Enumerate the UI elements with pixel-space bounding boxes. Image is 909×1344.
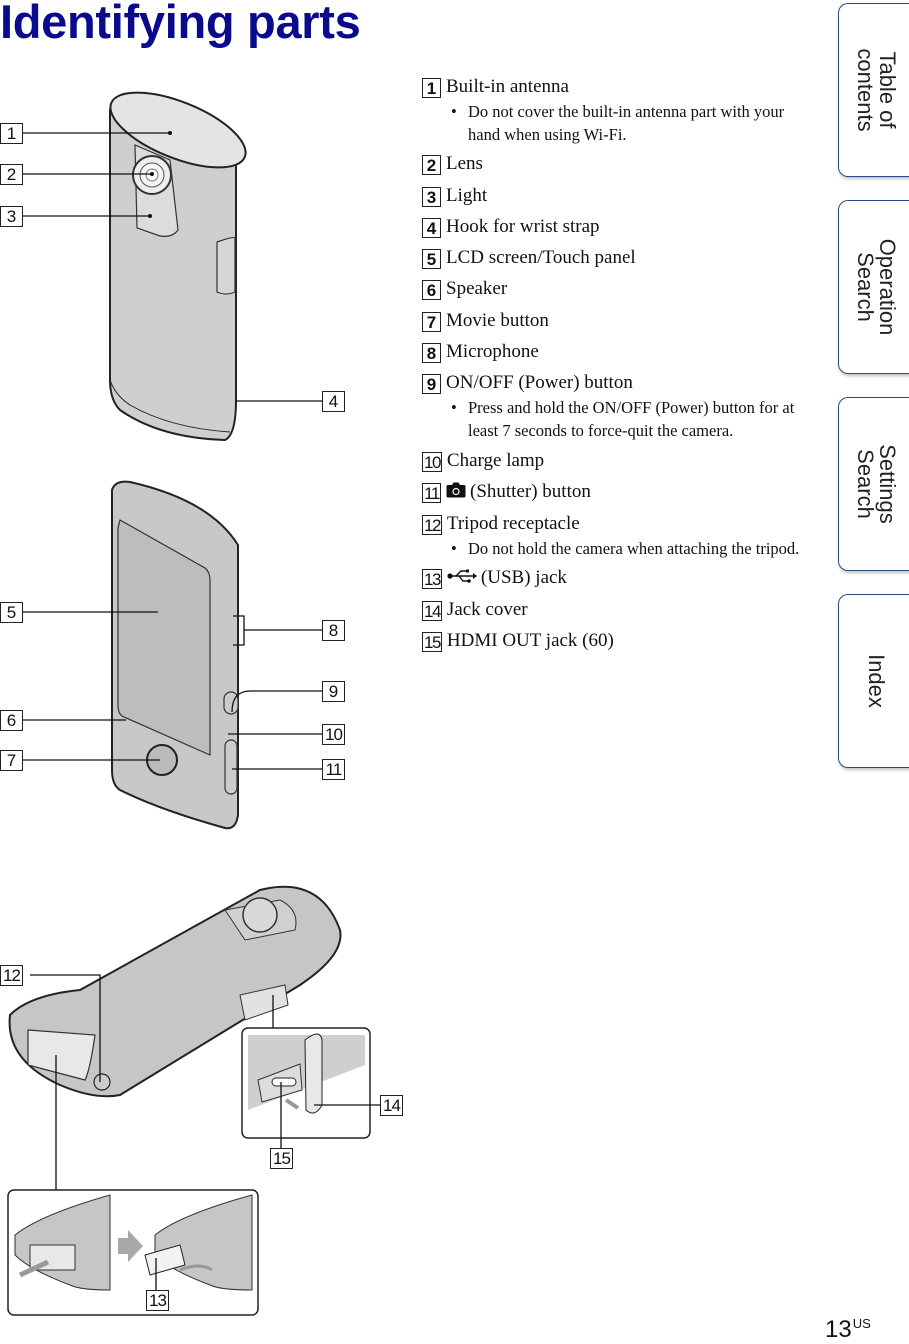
part-label: Movie button — [446, 309, 549, 331]
part-item: 15 HDMI OUT jack (60) — [422, 630, 812, 653]
part-number: 2 — [422, 155, 441, 176]
part-label: Tripod receptacle — [446, 512, 580, 534]
callout-14: 14 — [380, 1095, 403, 1116]
part-number: 4 — [422, 217, 441, 238]
page-number: 13US — [825, 1316, 871, 1344]
part-item: 4 Hook for wrist strap — [422, 216, 812, 238]
tab-operation-search[interactable]: Operation Search — [838, 200, 909, 374]
part-label: Charge lamp — [446, 449, 545, 471]
usb-icon — [447, 568, 477, 590]
part-number: 11 — [422, 482, 441, 503]
part-item: 1Built-in antenna Do not cover the built… — [422, 76, 812, 146]
part-label: LCD screen/Touch panel — [446, 247, 636, 269]
camera-bottom-view — [7, 885, 380, 1316]
part-item: 10 Charge lamp — [422, 450, 812, 472]
part-number: 15 — [422, 632, 442, 653]
part-number: 9 — [422, 374, 441, 395]
parts-list: 1Built-in antenna Do not cover the built… — [422, 76, 812, 662]
part-number: 3 — [422, 186, 441, 207]
part-number: 14 — [422, 601, 442, 622]
callout-2: 2 — [0, 164, 23, 185]
part-item: 14 Jack cover — [422, 599, 812, 622]
page-number-suffix: US — [852, 1316, 871, 1331]
part-label: ON/OFF (Power) button — [446, 372, 633, 394]
part-label: Light — [446, 184, 488, 206]
callout-3: 3 — [0, 206, 23, 227]
part-label: HDMI OUT jack (60) — [446, 630, 614, 652]
callout-13: 13 — [146, 1290, 169, 1311]
callout-12: 12 — [0, 965, 23, 986]
callout-11: 11 — [322, 759, 345, 780]
callout-4: 4 — [322, 391, 345, 412]
camera-back-view — [20, 91, 322, 442]
part-number: 8 — [422, 343, 441, 364]
part-label: Speaker — [446, 278, 508, 300]
camera-icon — [446, 482, 466, 504]
part-number: 7 — [422, 311, 441, 332]
part-note: Do not hold the camera when attaching th… — [422, 537, 812, 560]
page-number-value: 13 — [825, 1316, 852, 1343]
tab-table-of-contents[interactable]: Table of contents — [838, 3, 909, 177]
callout-6: 6 — [0, 710, 23, 731]
part-number: 10 — [422, 451, 442, 472]
part-item: 2 Lens — [422, 153, 812, 176]
camera-illustrations — [7, 91, 380, 1316]
part-label: Built-in antenna — [446, 76, 569, 97]
tab-label: Index — [864, 654, 889, 708]
part-item: 6 Speaker — [422, 278, 812, 301]
tab-label: Operation Search — [853, 238, 900, 336]
part-number: 13 — [422, 569, 442, 590]
part-label: (Shutter) button — [470, 480, 591, 502]
part-label: Jack cover — [446, 599, 528, 621]
callout-15: 15 — [270, 1148, 293, 1169]
callout-8: 8 — [322, 620, 345, 641]
callout-9: 9 — [322, 681, 345, 702]
part-item: 9ON/OFF (Power) button Press and hold th… — [422, 372, 812, 442]
part-label: (USB) jack — [480, 567, 567, 589]
camera-front-view — [20, 480, 322, 830]
tab-label: Settings Search — [853, 444, 900, 524]
part-label: Microphone — [446, 341, 539, 363]
callout-1: 1 — [0, 123, 23, 144]
part-note: Do not cover the built-in antenna part w… — [422, 100, 812, 146]
part-item: 5 LCD screen/Touch panel — [422, 247, 812, 270]
part-label: Hook for wrist strap — [446, 215, 600, 237]
callout-10: 10 — [322, 724, 345, 745]
part-item: 12Tripod receptacle Do not hold the came… — [422, 513, 812, 560]
part-item: 7 Movie button — [422, 310, 812, 332]
part-label: Lens — [446, 153, 483, 175]
callout-7: 7 — [0, 750, 23, 771]
part-number: 6 — [422, 280, 441, 301]
tab-settings-search[interactable]: Settings Search — [838, 397, 909, 571]
part-item: 13 (USB) jack — [422, 567, 812, 590]
part-number: 1 — [422, 78, 441, 98]
tab-index[interactable]: Index — [838, 594, 909, 768]
callout-5: 5 — [0, 602, 23, 623]
part-item: 11 (Shutter) button — [422, 481, 812, 504]
part-item: 8 Microphone — [422, 341, 812, 364]
part-item: 3 Light — [422, 185, 812, 207]
part-number: 5 — [422, 249, 441, 270]
tab-label: Table of contents — [853, 48, 900, 132]
part-number: 12 — [422, 514, 442, 535]
part-note: Press and hold the ON/OFF (Power) button… — [422, 396, 812, 442]
